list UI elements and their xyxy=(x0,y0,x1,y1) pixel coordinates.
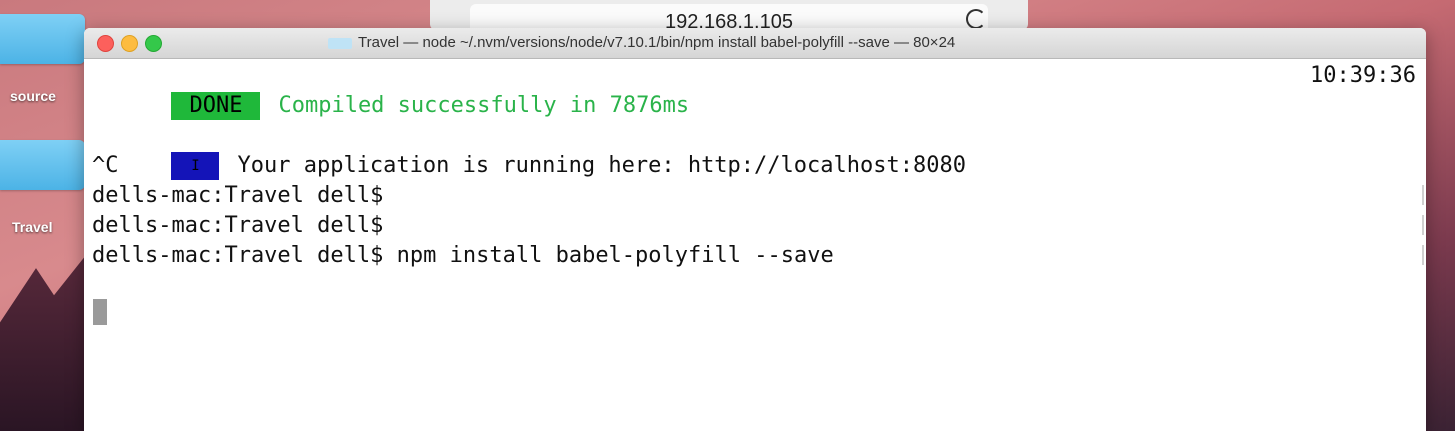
running-line: I Your application is running here: http:… xyxy=(92,121,966,180)
prompt-line: dells-mac:Travel dell$ xyxy=(92,183,384,208)
close-window-button[interactable] xyxy=(97,35,114,52)
desktop-folder-label-travel[interactable]: Travel xyxy=(12,219,52,235)
scroll-marker xyxy=(1422,215,1424,235)
terminal-title: Travel — node ~/.nvm/versions/node/v7.10… xyxy=(358,34,956,51)
command-line: dells-mac:Travel dell$ npm install babel… xyxy=(92,243,834,268)
compile-status-line: DONE Compiled successfully in 7876ms xyxy=(92,61,689,120)
desktop-folder-icon-travel[interactable] xyxy=(0,140,85,190)
minimize-window-button[interactable] xyxy=(121,35,138,52)
terminal-titlebar[interactable]: Travel — node ~/.nvm/versions/node/v7.10… xyxy=(84,28,1426,59)
browser-toolbar: 192.168.1.105 xyxy=(430,0,1028,34)
desktop-wallpaper-mountain xyxy=(0,250,90,431)
scroll-marker xyxy=(1422,185,1424,205)
info-badge: I xyxy=(171,152,220,180)
terminal-cursor xyxy=(93,299,107,325)
running-message: Your application is running here: http:/… xyxy=(237,153,966,178)
terminal-window[interactable]: Travel — node ~/.nvm/versions/node/v7.10… xyxy=(84,28,1426,431)
scroll-marker xyxy=(1422,245,1424,265)
compiled-message: Compiled successfully in 7876ms xyxy=(278,93,690,118)
desktop-folder-icon-source[interactable] xyxy=(0,14,85,64)
zoom-window-button[interactable] xyxy=(145,35,162,52)
done-badge: DONE xyxy=(171,92,261,120)
prompt-line: dells-mac:Travel dell$ xyxy=(92,213,384,238)
output-line: ^C xyxy=(92,153,119,178)
timestamp: 10:39:36 xyxy=(1310,63,1416,88)
reload-icon[interactable] xyxy=(966,9,986,29)
folder-proxy-icon[interactable] xyxy=(328,38,352,49)
desktop-folder-label-source[interactable]: source xyxy=(10,88,56,104)
